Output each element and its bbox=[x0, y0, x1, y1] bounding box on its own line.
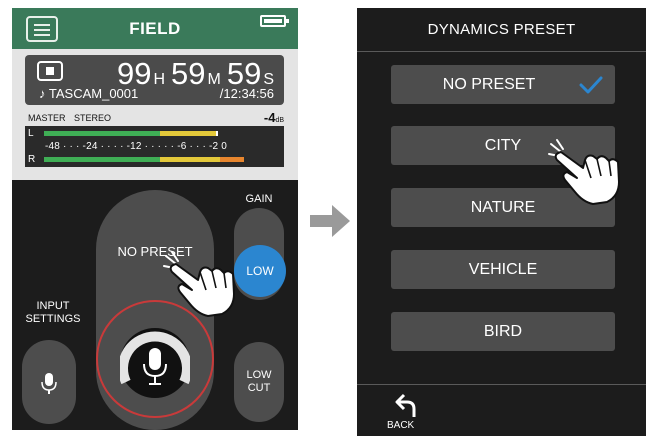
battery-icon bbox=[260, 15, 289, 27]
checkmark-icon bbox=[579, 76, 603, 94]
level-readout: -4dB bbox=[264, 110, 284, 125]
right-channel-label: R bbox=[28, 154, 36, 165]
meter-scale: -48 · · · -24 · · · · -12 · · · · · -6 ·… bbox=[45, 141, 228, 152]
right-meter-yellow bbox=[160, 157, 220, 162]
left-peak-hold bbox=[216, 131, 218, 136]
screen-title: DYNAMICS PRESET bbox=[427, 21, 576, 38]
stop-icon bbox=[37, 61, 63, 81]
preset-option-bird[interactable]: BIRD bbox=[391, 312, 615, 351]
mic-level-icon bbox=[120, 328, 190, 398]
preset-label: BIRD bbox=[483, 323, 523, 340]
input-settings-text: INPUT SETTINGS bbox=[25, 300, 81, 325]
input-settings-label: INPUT SETTINGS bbox=[20, 300, 86, 326]
back-label: BACK bbox=[387, 420, 415, 431]
gain-low-button[interactable]: LOW bbox=[234, 245, 286, 297]
back-icon[interactable] bbox=[395, 393, 417, 417]
footer-bar: BACK bbox=[357, 384, 646, 436]
file-name: ♪ TASCAM_0001 bbox=[39, 86, 139, 101]
level-value: -4 bbox=[263, 110, 276, 125]
control-area: NO PRESET GAIN LOW INPUT SETTINGS LOW CU… bbox=[12, 180, 298, 430]
low-cut-button[interactable]: LOW CUT bbox=[234, 342, 284, 422]
preset-label: NO PRESET bbox=[442, 76, 536, 93]
input-settings-button[interactable] bbox=[22, 340, 76, 424]
right-meter-green bbox=[44, 157, 160, 162]
tap-hand-icon bbox=[163, 251, 235, 317]
header-bar: DYNAMICS PRESET bbox=[357, 8, 646, 52]
left-meter-yellow bbox=[160, 131, 216, 136]
stereo-label: STEREO bbox=[74, 113, 112, 123]
preset-label: VEHICLE bbox=[468, 261, 538, 278]
preset-option-no-preset[interactable]: NO PRESET bbox=[391, 65, 615, 104]
left-meter-green bbox=[44, 131, 160, 136]
arrow-right-icon bbox=[310, 205, 350, 237]
timecode-minutes: 59 bbox=[171, 56, 206, 91]
master-label: MASTER bbox=[28, 113, 66, 123]
recorder-home-screen: FIELD 99 H 59 M 59 S ♪ TASCAM_0001 /12:34:56 … bbox=[12, 8, 298, 430]
timecode-hours-unit: H bbox=[153, 71, 166, 88]
level-unit: dB bbox=[275, 117, 284, 124]
preset-option-vehicle[interactable]: VEHICLE bbox=[391, 250, 615, 289]
screen-title: FIELD bbox=[129, 19, 181, 38]
remaining-time: /12:34:56 bbox=[219, 86, 274, 101]
gain-label: GAIN bbox=[245, 193, 273, 205]
left-channel-label: L bbox=[28, 128, 34, 139]
status-area: 99 H 59 M 59 S ♪ TASCAM_0001 /12:34:56 MASTER… bbox=[12, 49, 298, 180]
time-display: 99 H 59 M 59 S ♪ TASCAM_0001 /12:34:56 bbox=[25, 55, 284, 105]
dynamics-preset-screen: DYNAMICS PRESET NO PRESET CITY NATURE VE… bbox=[357, 8, 646, 436]
low-cut-label: LOW CUT bbox=[246, 369, 272, 394]
mic-icon bbox=[41, 373, 57, 394]
right-meter-orange bbox=[220, 157, 244, 162]
tap-hand-icon bbox=[548, 139, 620, 205]
header-bar: FIELD bbox=[12, 8, 298, 49]
level-meter: L -48 · · · -24 · · · · -12 · · · · · -6… bbox=[25, 126, 284, 167]
